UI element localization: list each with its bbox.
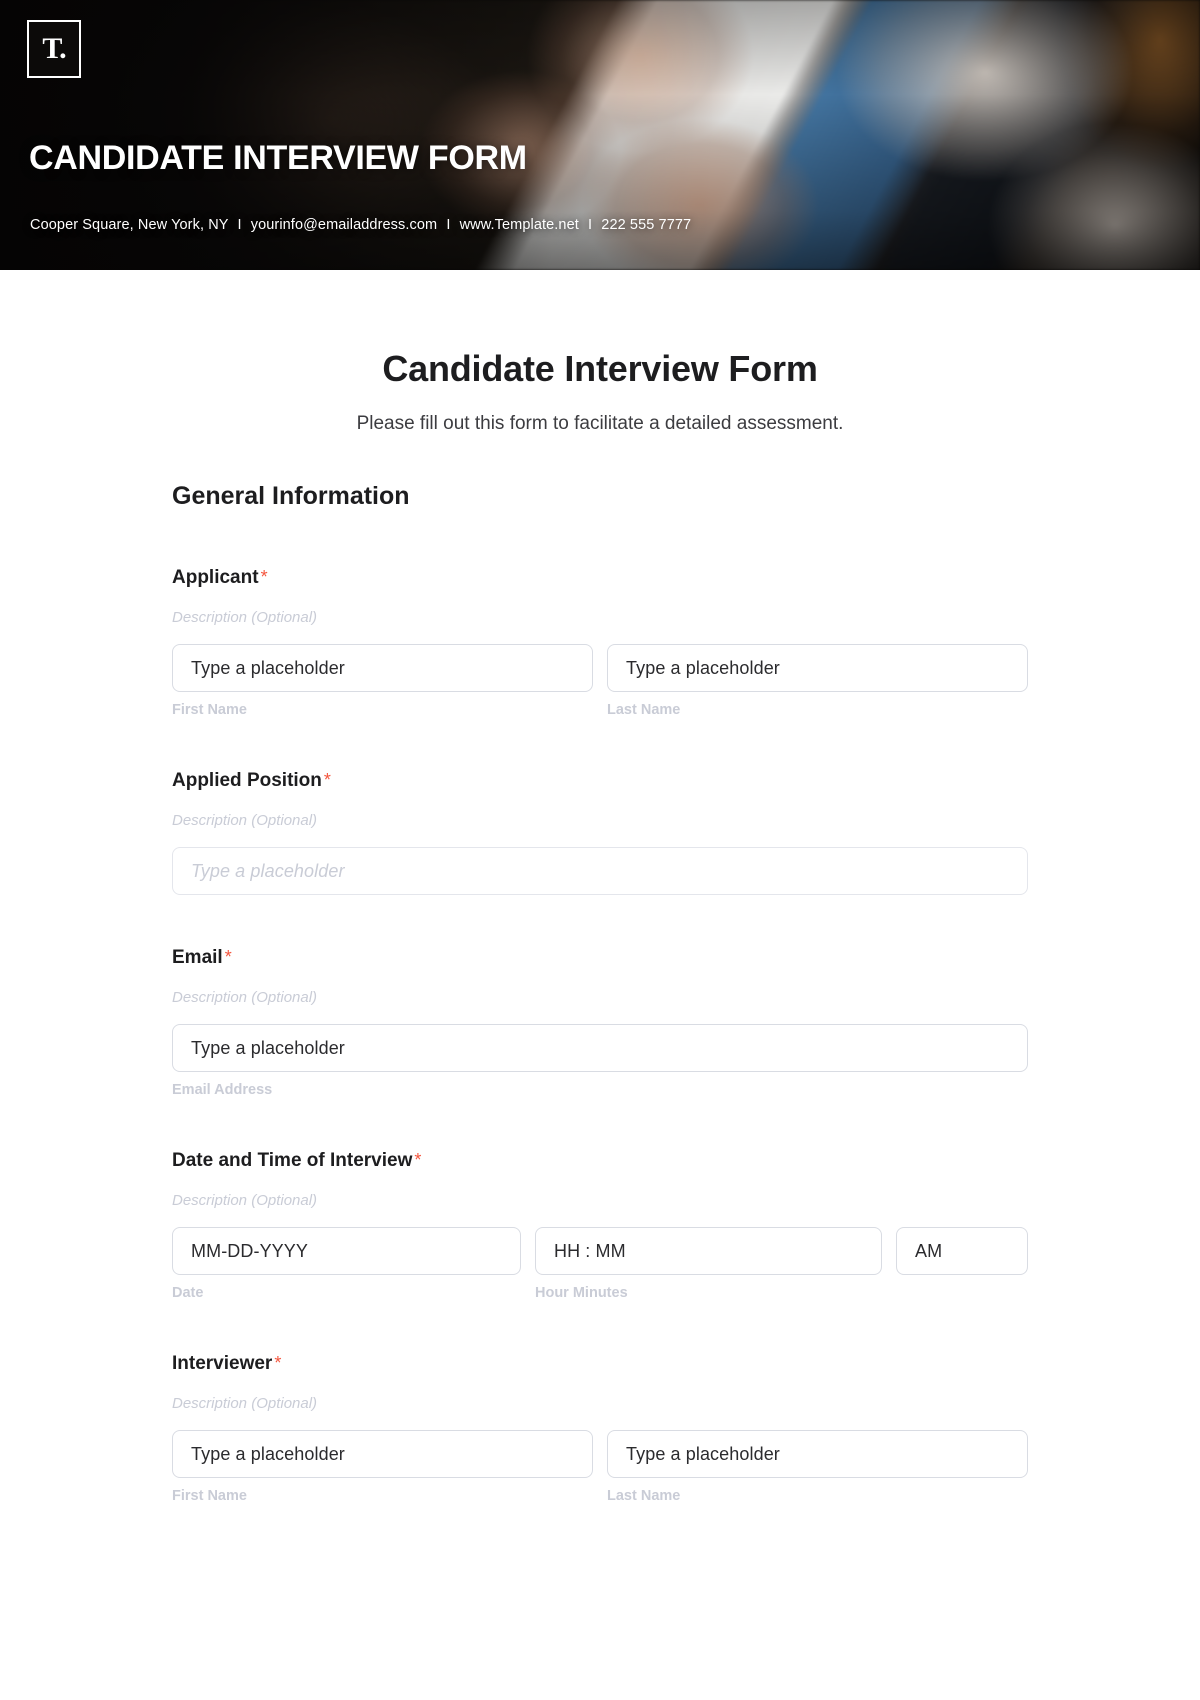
input-applicant-last-name[interactable]: Type a placeholder (607, 644, 1028, 692)
field-column: Type a placeholder First Name (172, 1430, 593, 1504)
input-email-email-address[interactable]: Type a placeholder (172, 1024, 1028, 1072)
field-inputs-row: Type a placeholder (172, 847, 1028, 895)
contact-separator-2: I (446, 217, 451, 233)
field-inputs-row: Type a placeholder Email Address (172, 1024, 1028, 1098)
contact-address: Cooper Square, New York, NY (30, 217, 229, 233)
contact-website: www.Template.net (459, 217, 579, 233)
contact-email: yourinfo@emailaddress.com (250, 217, 438, 233)
field-label-applicant: Applicant * (172, 567, 1028, 589)
sub-label-first-name: First Name (172, 702, 247, 718)
field-column: AM (896, 1227, 1028, 1301)
field-label-text: Applied Position (172, 770, 322, 791)
field-label-date-and-time-of-interview: Date and Time of Interview * (172, 1150, 1028, 1172)
field-description-applicant: Description (Optional) (172, 609, 318, 626)
required-asterisk: * (274, 1353, 282, 1373)
field-label-email: Email * (172, 947, 1028, 969)
field-column: Type a placeholder First Name (172, 644, 593, 718)
field-inputs-row: Type a placeholder First Name Type a place… (172, 1430, 1028, 1504)
sub-label-first-name: First Name (172, 1488, 247, 1504)
field-inputs-row: MM-DD-YYYY Date HH : MM Hour Minutes AM (172, 1227, 1028, 1301)
input-interviewer-last-name[interactable]: Type a placeholder (607, 1430, 1028, 1478)
field-column: MM-DD-YYYY Date (172, 1227, 521, 1301)
input-applicant-first-name[interactable]: Type a placeholder (172, 644, 593, 692)
field-column: Type a placeholder Last Name (607, 644, 1028, 718)
contact-separator-3: I (588, 217, 593, 233)
required-asterisk: * (323, 770, 331, 790)
sub-label-date: Date (172, 1285, 204, 1301)
field-column: Type a placeholder Last Name (607, 1430, 1028, 1504)
contact-separator-1: I (237, 217, 242, 233)
section-general-information: General Information Applicant * Descriptio… (172, 435, 1028, 1504)
sub-label-last-name: Last Name (607, 702, 681, 718)
required-asterisk: * (414, 1150, 422, 1170)
sub-label-email-address: Email Address (172, 1082, 273, 1098)
field-label-text: Interviewer (172, 1353, 273, 1374)
banner-title: CANDIDATE INTERVIEW FORM (29, 139, 527, 177)
input-date-and-time-of-interview-date[interactable]: MM-DD-YYYY (172, 1227, 521, 1275)
logo-glyph: T. (42, 32, 66, 65)
field-label-text: Email (172, 947, 223, 968)
banner-contact-line: Cooper Square, New York, NY I yourinfo@e… (30, 217, 691, 233)
field-column: Type a placeholder (172, 847, 1028, 895)
field-label-text: Applicant (172, 567, 259, 588)
field-description-interviewer: Description (Optional) (172, 1395, 318, 1412)
brand-logo: T. (27, 20, 81, 78)
field-column: HH : MM Hour Minutes (535, 1227, 882, 1301)
field-description-applied-position: Description (Optional) (172, 812, 318, 829)
sub-label-last-name: Last Name (607, 1488, 681, 1504)
form-field-date-and-time-of-interview: Date and Time of Interview * Description (… (172, 1150, 1028, 1301)
page-title: Candidate Interview Form (382, 348, 818, 389)
page-subtitle: Please fill out this form to facilitate … (356, 413, 844, 434)
required-asterisk: * (260, 567, 268, 587)
field-description-email: Description (Optional) (172, 989, 318, 1006)
fields-list: Applicant * Description (Optional) Type a p… (172, 567, 1028, 1504)
form-field-applied-position: Applied Position * Description (Optional) T… (172, 770, 1028, 895)
form-field-interviewer: Interviewer * Description (Optional) Type a… (172, 1353, 1028, 1504)
section-heading: General Information (172, 482, 410, 510)
input-interviewer-first-name[interactable]: Type a placeholder (172, 1430, 593, 1478)
field-description-date-and-time-of-interview: Description (Optional) (172, 1192, 318, 1209)
input-date-and-time-of-interview-date-and-time-of-interview-3[interactable]: AM (896, 1227, 1028, 1275)
field-label-text: Date and Time of Interview (172, 1150, 413, 1171)
page-banner: T. CANDIDATE INTERVIEW FORM Cooper Squar… (0, 0, 1200, 270)
field-column: Type a placeholder Email Address (172, 1024, 1028, 1098)
form-container: Candidate Interview Form Please fill out… (0, 270, 1200, 1504)
form-field-applicant: Applicant * Description (Optional) Type a p… (172, 567, 1028, 718)
form-field-email: Email * Description (Optional) Type a place… (172, 947, 1028, 1098)
input-applied-position-applied-position-1[interactable]: Type a placeholder (172, 847, 1028, 895)
contact-phone: 222 555 7777 (601, 217, 692, 233)
field-label-interviewer: Interviewer * (172, 1353, 1028, 1375)
field-label-applied-position: Applied Position * (172, 770, 1028, 792)
sub-label-hour-minutes: Hour Minutes (535, 1285, 628, 1301)
required-asterisk: * (224, 947, 232, 967)
field-inputs-row: Type a placeholder First Name Type a place… (172, 644, 1028, 718)
input-date-and-time-of-interview-hour-minutes[interactable]: HH : MM (535, 1227, 882, 1275)
